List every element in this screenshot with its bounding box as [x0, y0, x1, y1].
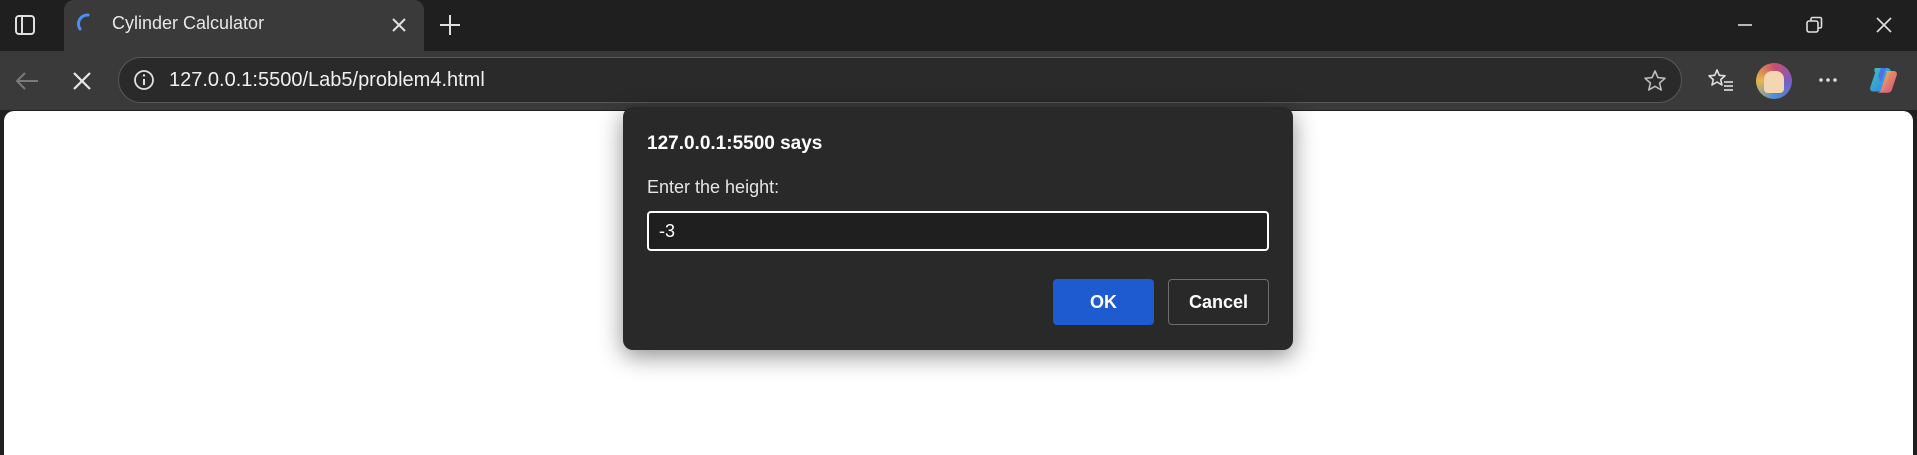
prompt-dialog: 127.0.0.1:5500 says Enter the height: OK… — [623, 107, 1293, 350]
url-text: 127.0.0.1:5500/Lab5/problem4.html — [169, 69, 485, 91]
more-options-icon[interactable] — [1813, 65, 1843, 95]
favorite-star-icon[interactable] — [1642, 68, 1668, 94]
address-bar[interactable]: 127.0.0.1:5500/Lab5/problem4.html — [118, 57, 1682, 103]
restore-icon[interactable] — [1802, 13, 1826, 37]
close-tab-icon[interactable] — [388, 14, 410, 36]
close-window-icon[interactable] — [1872, 13, 1896, 37]
back-arrow-icon[interactable] — [12, 66, 42, 96]
profile-avatar[interactable] — [1756, 63, 1792, 99]
copilot-icon[interactable] — [1866, 62, 1902, 98]
ok-button[interactable]: OK — [1053, 279, 1154, 325]
tab-strip: Cylinder Calculator — [0, 0, 1917, 51]
new-tab-icon[interactable] — [437, 12, 463, 38]
cancel-button[interactable]: Cancel — [1168, 279, 1269, 325]
tab-title: Cylinder Calculator — [112, 13, 265, 33]
site-info-icon[interactable] — [133, 69, 155, 91]
browser-toolbar: 127.0.0.1:5500/Lab5/problem4.html — [0, 51, 1917, 110]
tab-actions-icon[interactable] — [14, 14, 36, 36]
tab-active[interactable]: Cylinder Calculator — [64, 0, 424, 51]
loading-spinner-icon — [76, 13, 96, 33]
minimize-icon[interactable] — [1733, 13, 1757, 37]
stop-loading-icon[interactable] — [67, 66, 97, 96]
favorites-icon[interactable] — [1706, 65, 1736, 95]
prompt-input[interactable] — [647, 211, 1269, 251]
dialog-title: 127.0.0.1:5500 says — [647, 133, 823, 154]
dialog-message: Enter the height: — [647, 177, 780, 197]
